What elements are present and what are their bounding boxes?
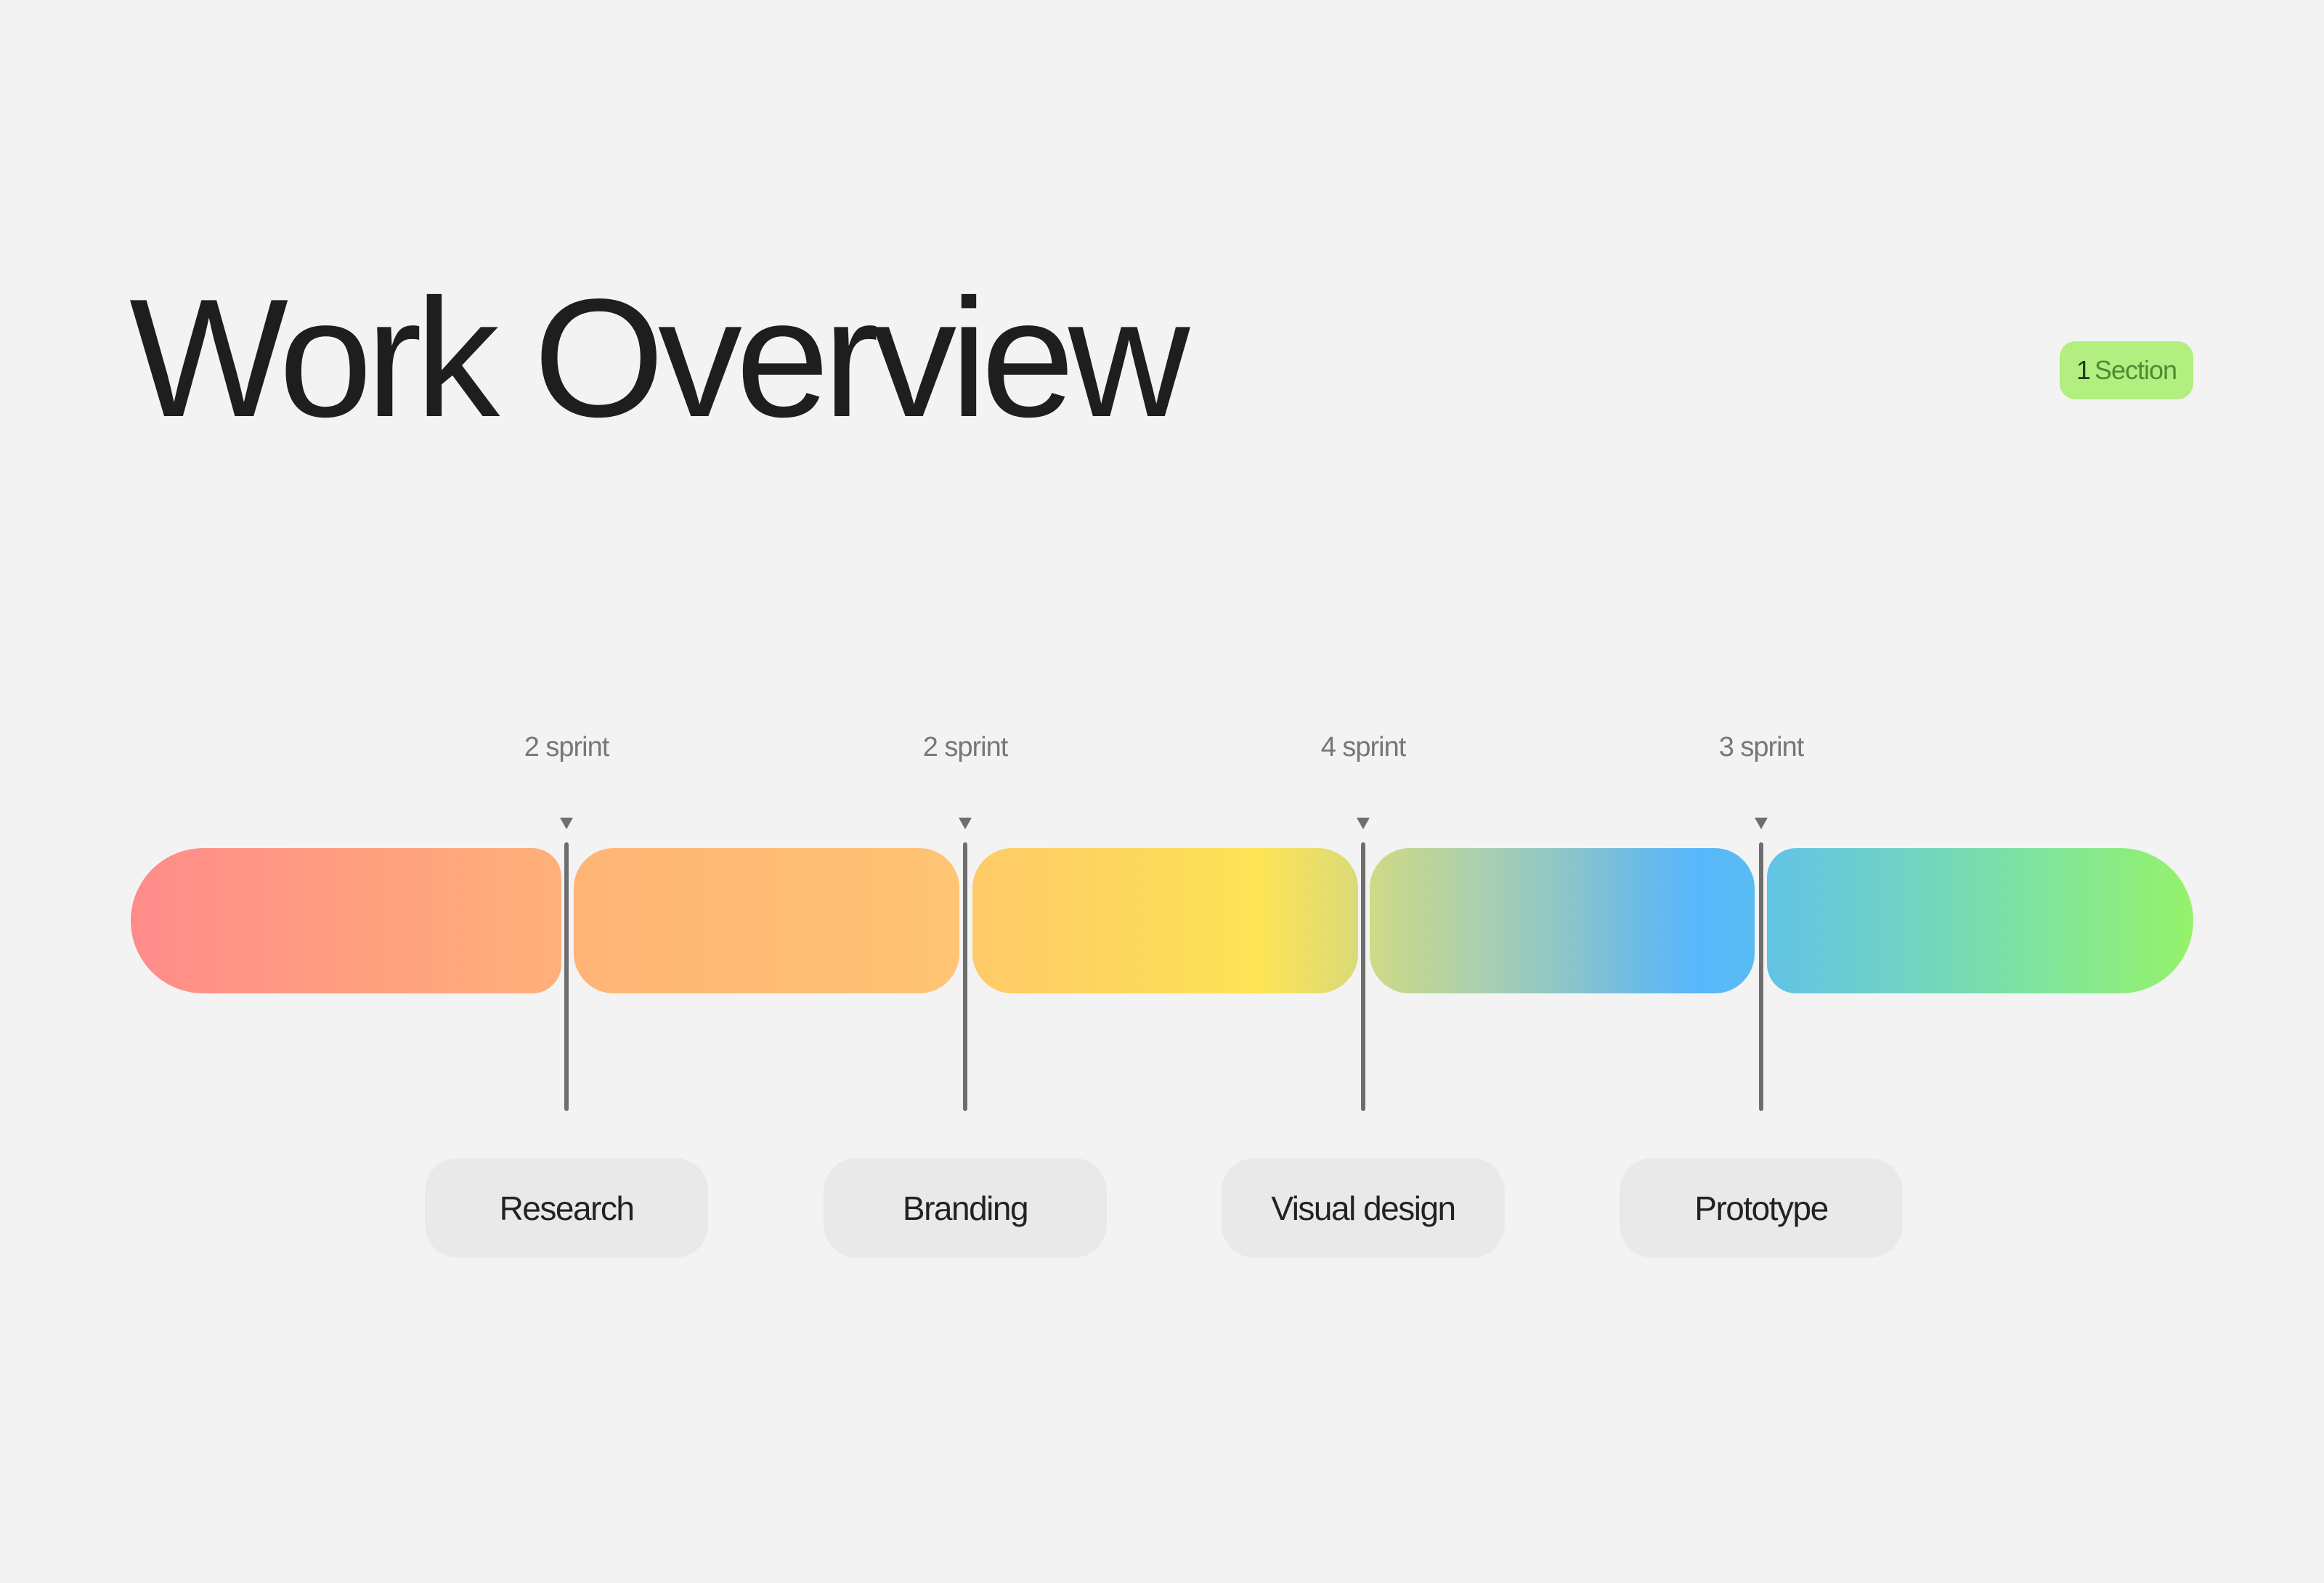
timeline-segment-3 [972, 848, 1358, 993]
milestone-label-prototype: Prototype [1620, 1158, 1903, 1258]
marker-triangle-icon [1357, 818, 1370, 829]
milestone-divider [564, 842, 569, 1111]
section-badge: 1 Section [2060, 341, 2193, 399]
marker-triangle-icon [1755, 818, 1768, 829]
timeline-segment-4 [1370, 848, 1755, 993]
timeline-segment-1 [131, 848, 561, 993]
marker-triangle-icon [959, 818, 972, 829]
milestone-label-branding: Branding [824, 1158, 1107, 1258]
timeline-segment-2 [574, 848, 959, 993]
marker-triangle-icon [560, 818, 573, 829]
milestone-divider [1759, 842, 1763, 1111]
milestone-duration: 4 sprint [1320, 732, 1407, 762]
milestone-duration: 3 sprint [1718, 732, 1805, 762]
section-count: 1 [2076, 355, 2091, 385]
timeline-segment-5 [1767, 848, 2193, 993]
page-title: Work Overview [129, 264, 1190, 452]
section-label: Section [2094, 355, 2177, 385]
milestone-divider [1361, 842, 1365, 1111]
milestone-label-visual-design: Visual design [1222, 1158, 1505, 1258]
milestone-duration: 2 sprint [922, 732, 1009, 762]
milestone-label-research: Research [425, 1158, 708, 1258]
milestone-divider [963, 842, 967, 1111]
milestone-duration: 2 sprint [524, 732, 610, 762]
